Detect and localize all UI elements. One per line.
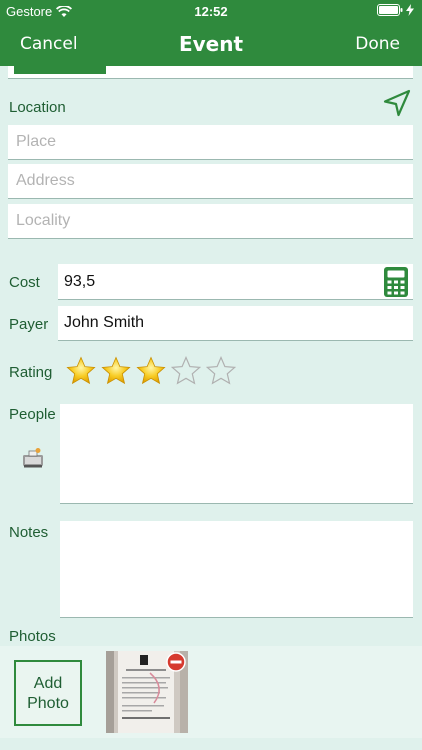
locality-input[interactable]: [14, 211, 413, 231]
people-text-area[interactable]: [60, 404, 413, 504]
rating-label: Rating: [9, 364, 53, 381]
payer-field[interactable]: John Smith: [58, 306, 413, 341]
remove-photo-icon[interactable]: [166, 652, 186, 672]
star-empty-icon[interactable]: [171, 356, 201, 386]
place-input[interactable]: [14, 132, 413, 152]
navigation-bar: Cancel Event Done: [0, 22, 422, 66]
done-button[interactable]: Done: [355, 34, 400, 54]
location-label: Location: [9, 99, 66, 116]
star-empty-icon[interactable]: [206, 356, 236, 386]
add-photo-label-line2: Photo: [27, 695, 69, 712]
payer-value[interactable]: John Smith: [64, 314, 144, 332]
event-title-field-cutoff[interactable]: [8, 66, 413, 79]
people-label: People: [9, 406, 56, 423]
charging-bolt-icon: [406, 4, 414, 16]
battery-icon: [377, 4, 403, 16]
notes-label: Notes: [9, 524, 49, 541]
locality-field[interactable]: [8, 204, 413, 239]
cost-label: Cost: [9, 274, 40, 291]
contacts-picker-icon[interactable]: [21, 446, 45, 470]
rating-stars[interactable]: [66, 356, 236, 386]
battery-indicator: [377, 4, 414, 16]
clock: 12:52: [194, 4, 228, 19]
add-photo-button[interactable]: Add Photo: [14, 660, 82, 726]
current-location-icon[interactable]: [382, 88, 412, 118]
text-selection-highlight: [14, 66, 106, 74]
star-filled-icon[interactable]: [136, 356, 166, 386]
add-photo-label-line1: Add: [33, 675, 63, 692]
cost-field[interactable]: 93,5: [58, 264, 413, 300]
star-filled-icon[interactable]: [66, 356, 96, 386]
place-field[interactable]: [8, 125, 413, 160]
address-field[interactable]: [8, 164, 413, 199]
calculator-icon[interactable]: [383, 266, 409, 298]
cost-value[interactable]: 93,5: [64, 273, 95, 291]
star-filled-icon[interactable]: [101, 356, 131, 386]
address-input[interactable]: [14, 171, 413, 191]
notes-text-area[interactable]: [60, 521, 413, 618]
status-bar: Gestore 12:52: [0, 0, 422, 22]
payer-label: Payer: [9, 316, 49, 333]
photos-label: Photos: [9, 628, 56, 645]
